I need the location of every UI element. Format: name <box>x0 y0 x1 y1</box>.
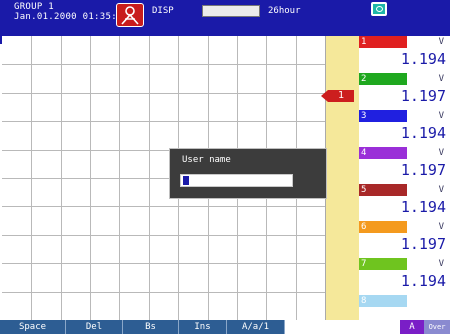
delete-key[interactable]: Del <box>66 320 123 334</box>
channel-band: 8 <box>359 295 450 307</box>
softkey-bar: Space Del Bs Ins A/a/1 A Over <box>0 320 450 334</box>
insert-key[interactable]: Ins <box>179 320 227 334</box>
channel-number: 5 <box>361 185 367 195</box>
backspace-key[interactable]: Bs <box>123 320 179 334</box>
char-type-key[interactable]: A/a/1 <box>227 320 285 334</box>
recorder-screen: GROUP 1 Jan.01.2000 01:35:29 DISP 26hour… <box>0 0 450 334</box>
channel-band: 4 V <box>359 147 450 159</box>
channel-panel: 1 V 1.194 2 V 1.197 3 V 1.194 4 V 1.197 … <box>359 36 450 320</box>
channel-value: 1.197 <box>400 87 446 105</box>
channel-band: 1 V <box>359 36 450 48</box>
channel-number: 2 <box>361 74 367 84</box>
memory-bar <box>202 5 260 17</box>
channel-value: 1.197 <box>400 161 446 179</box>
channel-unit: V <box>438 37 444 47</box>
channel-marker-icon: 1 <box>321 90 354 102</box>
display-mode-label: DISP <box>152 6 174 16</box>
channel-unit: V <box>438 111 444 121</box>
channel-band: 3 V <box>359 110 450 122</box>
input-mode-indicator: A <box>400 320 424 334</box>
user-name-dialog: User name <box>169 148 327 199</box>
channel-unit: V <box>438 185 444 195</box>
overwrite-indicator: Over <box>424 320 450 334</box>
channel-row: 4 V 1.197 <box>359 147 450 184</box>
channel-band: 7 V <box>359 258 450 270</box>
channel-value: 1.197 <box>400 235 446 253</box>
channel-row: 6 V 1.197 <box>359 221 450 258</box>
channel-row: 7 V 1.194 <box>359 258 450 295</box>
channel-number: 3 <box>361 111 367 121</box>
scale-strip <box>325 36 359 320</box>
channel-band: 5 V <box>359 184 450 196</box>
group-name: GROUP 1 <box>14 2 55 12</box>
text-cursor <box>183 176 189 185</box>
alarm-logo-icon <box>116 3 144 27</box>
space-key[interactable]: Space <box>0 320 66 334</box>
dialog-title: User name <box>182 155 231 165</box>
channel-unit: V <box>438 222 444 232</box>
channel-unit: V <box>438 148 444 158</box>
channel-value: 1.194 <box>400 272 446 290</box>
channel-number: 8 <box>361 296 367 306</box>
channel-number: 7 <box>361 259 367 269</box>
channel-row: 2 V 1.197 <box>359 73 450 110</box>
channel-number: 1 <box>361 37 367 47</box>
date-time: Jan.01.2000 01:35:29 <box>14 12 129 22</box>
channel-row: 1 V 1.194 <box>359 36 450 73</box>
channel-row: 3 V 1.194 <box>359 110 450 147</box>
channel-band: 6 V <box>359 221 450 233</box>
display-hours: 26hour <box>268 6 301 16</box>
user-name-input[interactable] <box>180 174 293 187</box>
channel-row: 5 V 1.194 <box>359 184 450 221</box>
channel-value: 1.194 <box>400 198 446 216</box>
channel-number: 4 <box>361 148 367 158</box>
channel-unit: V <box>438 74 444 84</box>
channel-band: 2 V <box>359 73 450 85</box>
channel-number: 6 <box>361 222 367 232</box>
channel-value: 1.194 <box>400 124 446 142</box>
channel-value: 1.194 <box>400 50 446 68</box>
camera-icon[interactable] <box>371 2 387 16</box>
camera-lens <box>376 6 383 12</box>
status-header: GROUP 1 Jan.01.2000 01:35:29 DISP 26hour <box>0 0 450 36</box>
channel-unit: V <box>438 259 444 269</box>
